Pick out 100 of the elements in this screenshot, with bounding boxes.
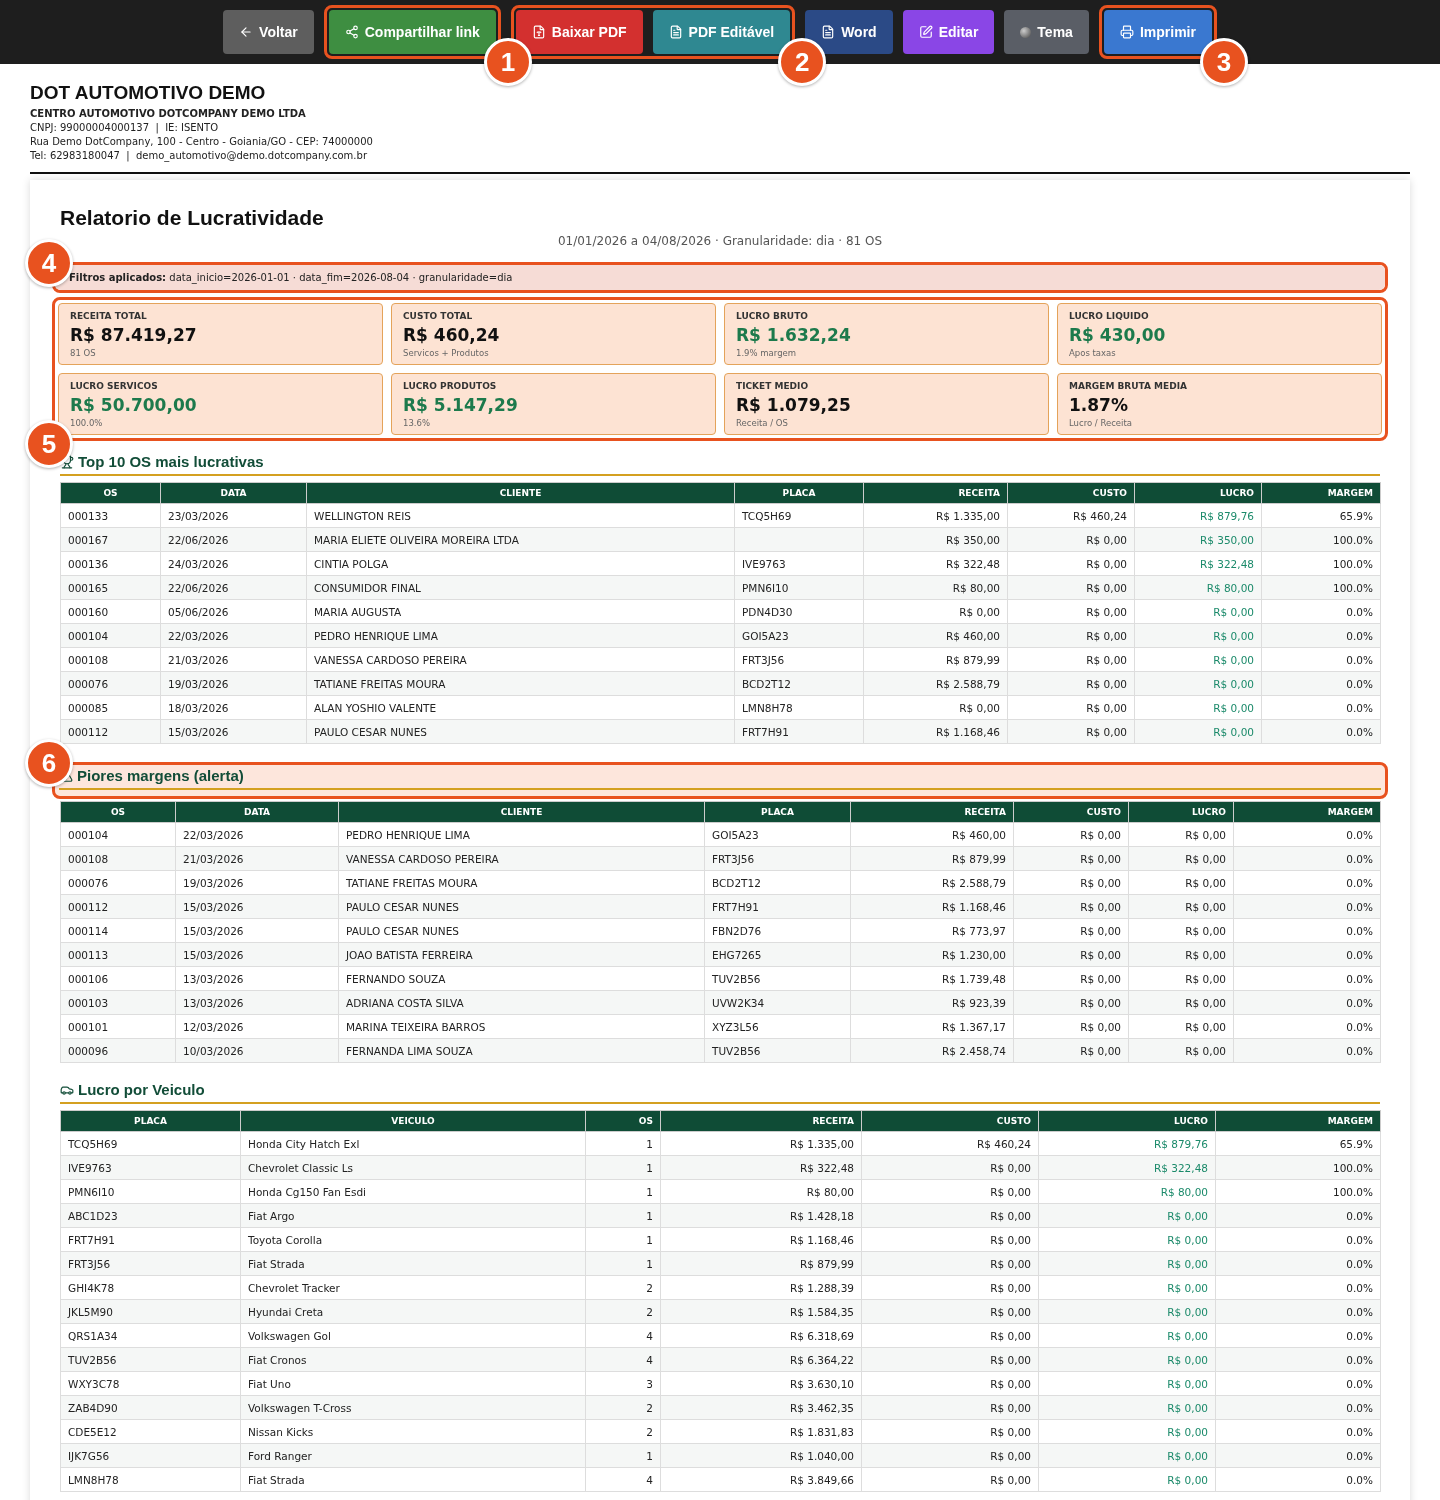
table-cell: R$ 0,00 <box>1038 1323 1216 1348</box>
table-cell: R$ 460,24 <box>861 1131 1039 1156</box>
table-cell: 000112 <box>60 719 161 744</box>
kpi-value: R$ 50.700,00 <box>70 395 198 415</box>
table-cell: Hyundai Creta <box>240 1299 586 1324</box>
table-cell: 19/03/2026 <box>160 671 307 696</box>
pdf-button[interactable]: Baixar PDF <box>515 10 643 54</box>
table-cell: R$ 0,00 <box>1038 1467 1216 1492</box>
table-cell: UVW2K34 <box>704 990 851 1015</box>
table-cell: R$ 0,00 <box>1128 870 1234 895</box>
table-cell: R$ 460,00 <box>863 623 1008 648</box>
table-cell: IVE9763 <box>60 1155 241 1180</box>
table-cell: PMN6I10 <box>734 575 864 600</box>
back-button[interactable]: Voltar <box>223 10 314 54</box>
table-cell: LMN8H78 <box>734 695 864 720</box>
table-cell: R$ 773,97 <box>850 918 1014 943</box>
table-cell: 65.9% <box>1215 1131 1381 1156</box>
table-cell: MARIA AUGUSTA <box>306 599 735 624</box>
edit-button[interactable]: Editar <box>902 10 995 54</box>
word-button[interactable]: Word <box>805 10 893 54</box>
theme-button[interactable]: Tema <box>1004 10 1089 54</box>
table-cell: 0.0% <box>1233 1014 1381 1039</box>
table-cell: 21/03/2026 <box>175 846 339 871</box>
circle-icon <box>1020 26 1032 38</box>
table-cell: Fiat Strada <box>240 1467 586 1492</box>
table-cell: R$ 0,00 <box>1007 647 1135 672</box>
table-cell: TCQ5H69 <box>60 1131 241 1156</box>
table-cell: 0.0% <box>1233 942 1381 967</box>
table-cell: WELLINGTON REIS <box>306 503 735 528</box>
table-cell: R$ 0,00 <box>1134 695 1262 720</box>
column-header: PLACA <box>734 482 864 504</box>
table-cell: R$ 2.588,79 <box>850 870 1014 895</box>
table-cell: R$ 0,00 <box>1013 942 1129 967</box>
table-cell: PAULO CESAR NUNES <box>338 894 705 919</box>
column-header: OS <box>60 801 176 823</box>
table-cell: 000114 <box>60 918 176 943</box>
table-cell: R$ 0,00 <box>861 1371 1039 1396</box>
kpi-value: R$ 1.632,24 <box>736 325 852 345</box>
table-cell: 4 <box>585 1323 661 1348</box>
table-cell: 0.0% <box>1215 1275 1381 1300</box>
table-cell: CDE5E12 <box>60 1419 241 1444</box>
table-cell: R$ 0,00 <box>1038 1275 1216 1300</box>
table-cell: R$ 0,00 <box>1038 1203 1216 1228</box>
column-header: VEICULO <box>240 1110 586 1132</box>
table-cell: Fiat Strada <box>240 1251 586 1276</box>
company-legal-name: CENTRO AUTOMOTIVO DOTCOMPANY DEMO LTDA <box>30 108 307 119</box>
table-cell: 22/03/2026 <box>175 822 339 847</box>
table-cell: 0.0% <box>1215 1371 1381 1396</box>
column-header: MARGEM <box>1261 482 1381 504</box>
table-cell: R$ 1.230,00 <box>850 942 1014 967</box>
table-cell: R$ 0,00 <box>1128 1014 1234 1039</box>
table-cell: 000112 <box>60 894 176 919</box>
table-cell: R$ 3.630,10 <box>660 1371 862 1396</box>
column-header: LUCRO <box>1038 1110 1216 1132</box>
kpi-value: 1.87% <box>1069 395 1129 415</box>
table-cell: BCD2T12 <box>734 671 864 696</box>
table-cell: R$ 0,00 <box>1128 966 1234 991</box>
table-cell: 1 <box>585 1251 661 1276</box>
kpi-note: 81 OS <box>70 348 97 358</box>
editable-button[interactable]: PDF Editável <box>652 10 791 54</box>
table-cell: GHI4K78 <box>60 1275 241 1300</box>
table-cell: 2 <box>585 1419 661 1444</box>
table-cell: R$ 80,00 <box>660 1179 862 1204</box>
table-cell: FBN2D76 <box>704 918 851 943</box>
table-cell: R$ 0,00 <box>1038 1443 1216 1468</box>
table-cell: PEDRO HENRIQUE LIMA <box>338 822 705 847</box>
table-cell: R$ 0,00 <box>863 695 1008 720</box>
kpi-note: Lucro / Receita <box>1069 418 1133 428</box>
table-cell: R$ 322,48 <box>1038 1155 1216 1180</box>
table-cell: Volkswagen Gol <box>240 1323 586 1348</box>
column-header: OS <box>585 1110 661 1132</box>
table-cell: Honda City Hatch Exl <box>240 1131 586 1156</box>
table-cell: Fiat Argo <box>240 1203 586 1228</box>
share-button[interactable]: Compartilhar link <box>328 10 496 54</box>
table-cell: 15/03/2026 <box>160 719 307 744</box>
table-cell: R$ 0,00 <box>1013 966 1129 991</box>
table-cell: R$ 0,00 <box>1013 822 1129 847</box>
table-cell: 0.0% <box>1215 1323 1381 1348</box>
table-cell: 0.0% <box>1261 647 1381 672</box>
table-cell: R$ 0,00 <box>1128 894 1234 919</box>
table-cell: VANESSA CARDOSO PEREIRA <box>306 647 735 672</box>
print-button[interactable]: Imprimir <box>1103 10 1212 54</box>
table-cell: R$ 1.739,48 <box>850 966 1014 991</box>
table-cell: R$ 0,00 <box>861 1275 1039 1300</box>
table-cell: R$ 879,99 <box>850 846 1014 871</box>
table-cell: 0.0% <box>1215 1227 1381 1252</box>
table-cell: R$ 3.462,35 <box>660 1395 862 1420</box>
table-cell: R$ 80,00 <box>1038 1179 1216 1204</box>
table-cell: 000136 <box>60 551 161 576</box>
table-cell: Toyota Corolla <box>240 1227 586 1252</box>
arrow-left-icon <box>239 25 254 39</box>
report-subtitle: 01/01/2026 a 04/08/2026 · Granularidade: dia · 81 OS <box>556 234 884 248</box>
table-cell: MARIA ELIETE OLIVEIRA MOREIRA LTDA <box>306 527 735 552</box>
table-cell: R$ 0,00 <box>1007 671 1135 696</box>
table-cell: PAULO CESAR NUNES <box>338 918 705 943</box>
table-cell: R$ 879,99 <box>660 1251 862 1276</box>
kpi-label: LUCRO SERVICOS <box>70 381 159 391</box>
table-cell: R$ 0,00 <box>1128 846 1234 871</box>
table-cell: R$ 0,00 <box>863 599 1008 624</box>
table-cell: 15/03/2026 <box>175 918 339 943</box>
